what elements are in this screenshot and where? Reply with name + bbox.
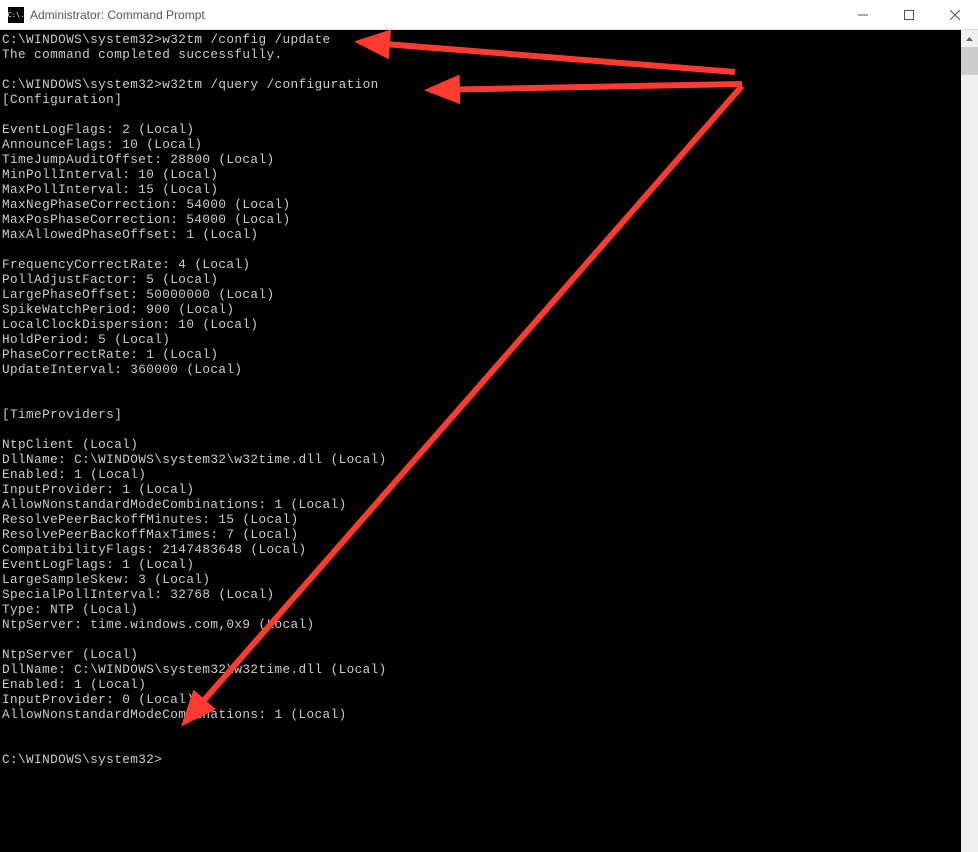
output-line: NtpClient (Local) [2, 437, 138, 452]
output-line: ResolvePeerBackoffMaxTimes: 7 (Local) [2, 527, 299, 542]
minimize-button[interactable] [840, 0, 886, 30]
output-line: MaxNegPhaseCorrection: 54000 (Local) [2, 197, 291, 212]
output-line: MaxPosPhaseCorrection: 54000 (Local) [2, 212, 291, 227]
output-line: LocalClockDispersion: 10 (Local) [2, 317, 258, 332]
output-line: SpecialPollInterval: 32768 (Local) [2, 587, 274, 602]
output-line: TimeJumpAuditOffset: 28800 (Local) [2, 152, 274, 167]
output-line: InputProvider: 1 (Local) [2, 482, 194, 497]
output-line: LargePhaseOffset: 50000000 (Local) [2, 287, 274, 302]
scrollbar-thumb[interactable] [961, 47, 978, 75]
scrollbar[interactable] [961, 30, 978, 852]
output-line: PhaseCorrectRate: 1 (Local) [2, 347, 218, 362]
output-line: UpdateInterval: 360000 (Local) [2, 362, 242, 377]
prompt: C:\WINDOWS\system32> [2, 77, 162, 92]
output-line: AllowNonstandardModeCombinations: 1 (Loc… [2, 497, 347, 512]
output-line: ResolvePeerBackoffMinutes: 15 (Local) [2, 512, 299, 527]
maximize-button[interactable] [886, 0, 932, 30]
prompt: C:\WINDOWS\system32> [2, 752, 162, 767]
output-line: MaxAllowedPhaseOffset: 1 (Local) [2, 227, 258, 242]
close-button[interactable] [932, 0, 978, 30]
output-line: Enabled: 1 (Local) [2, 677, 146, 692]
scroll-up-arrow-icon[interactable] [961, 30, 978, 47]
output-line: Type: NTP (Local) [2, 602, 138, 617]
prompt: C:\WINDOWS\system32> [2, 32, 162, 47]
output-line: The command completed successfully. [2, 47, 282, 62]
output-line: AllowNonstandardModeCombinations: 1 (Loc… [2, 707, 347, 722]
output-line: HoldPeriod: 5 (Local) [2, 332, 170, 347]
terminal-output[interactable]: C:\WINDOWS\system32>w32tm /config /updat… [0, 30, 978, 852]
output-line: CompatibilityFlags: 2147483648 (Local) [2, 542, 307, 557]
output-line: MinPollInterval: 10 (Local) [2, 167, 218, 182]
window-controls [840, 0, 978, 30]
section-header: [Configuration] [2, 92, 122, 107]
output-line: SpikeWatchPeriod: 900 (Local) [2, 302, 234, 317]
output-line: LargeSampleSkew: 3 (Local) [2, 572, 210, 587]
output-line: MaxPollInterval: 15 (Local) [2, 182, 218, 197]
titlebar[interactable]: C:\. Administrator: Command Prompt [0, 0, 978, 30]
output-line: FrequencyCorrectRate: 4 (Local) [2, 257, 250, 272]
command-text: w32tm /config /update [162, 32, 330, 47]
output-line: AnnounceFlags: 10 (Local) [2, 137, 202, 152]
section-header: [TimeProviders] [2, 407, 122, 422]
output-line: PollAdjustFactor: 5 (Local) [2, 272, 218, 287]
output-line: DllName: C:\WINDOWS\system32\w32time.dll… [2, 452, 387, 467]
output-line: EventLogFlags: 1 (Local) [2, 557, 194, 572]
output-line: NtpServer: time.windows.com,0x9 (Local) [2, 617, 315, 632]
output-line: DllName: C:\WINDOWS\system32\w32time.dll… [2, 662, 387, 677]
window-title: Administrator: Command Prompt [30, 8, 205, 22]
command-text: w32tm /query /configuration [162, 77, 378, 92]
output-line: InputProvider: 0 (Local) [2, 692, 194, 707]
output-line: EventLogFlags: 2 (Local) [2, 122, 194, 137]
output-line: Enabled: 1 (Local) [2, 467, 146, 482]
output-line: NtpServer (Local) [2, 647, 138, 662]
cmd-icon: C:\. [8, 7, 24, 23]
